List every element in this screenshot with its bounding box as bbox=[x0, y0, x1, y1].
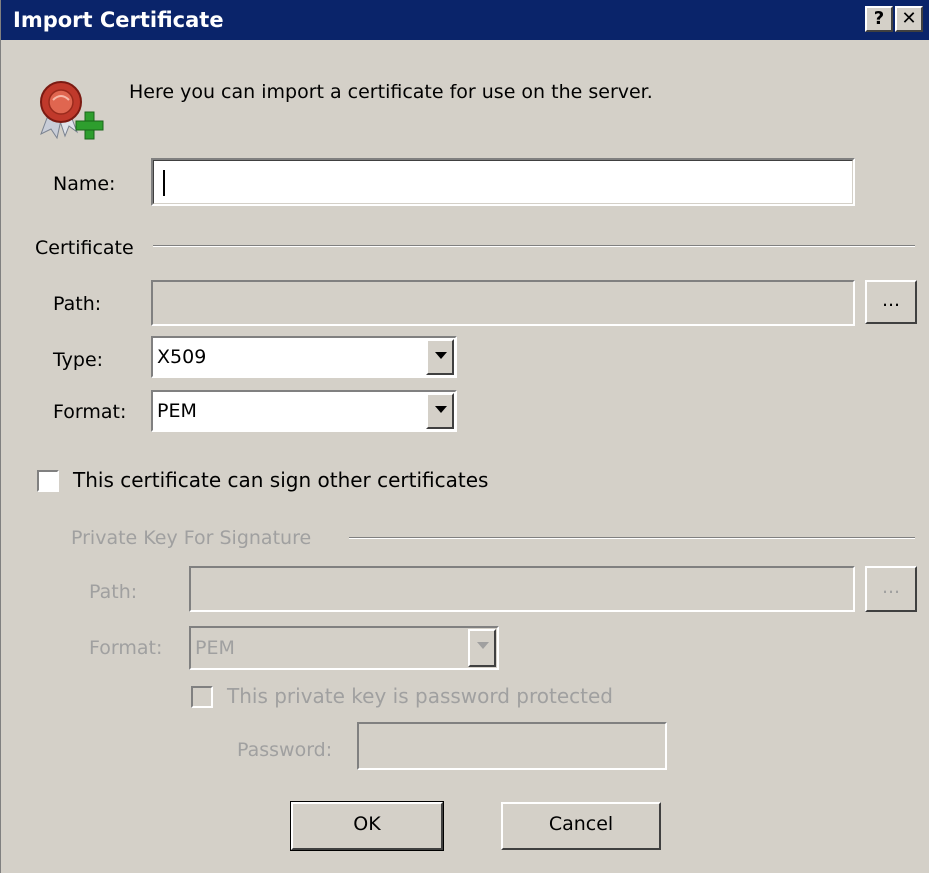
name-input-inner bbox=[153, 160, 853, 204]
password-protected-label[interactable]: This private key is password protected bbox=[227, 684, 613, 708]
sign-certificates-label[interactable]: This certificate can sign other certific… bbox=[73, 468, 488, 492]
chevron-down-icon[interactable] bbox=[426, 339, 454, 375]
format-select-value: PEM bbox=[157, 400, 197, 422]
password-protected-checkbox[interactable] bbox=[191, 686, 213, 708]
window-title: Import Certificate bbox=[13, 8, 224, 32]
certificate-group-title: Certificate bbox=[35, 237, 134, 259]
cancel-button[interactable]: Cancel bbox=[501, 802, 661, 850]
type-select-value: X509 bbox=[157, 346, 207, 368]
chevron-down-icon[interactable] bbox=[468, 629, 496, 667]
key-path-label: Path: bbox=[89, 581, 138, 603]
text-caret bbox=[163, 170, 165, 196]
intro-text: Here you can import a certificate for us… bbox=[129, 81, 653, 103]
cert-browse-button[interactable]: ... bbox=[865, 280, 917, 324]
name-label: Name: bbox=[53, 173, 116, 195]
key-browse-button[interactable]: ... bbox=[865, 566, 917, 612]
ok-button-label: OK bbox=[353, 813, 381, 835]
import-certificate-dialog: Import Certificate ? ✕ Here you can impo… bbox=[0, 0, 929, 873]
cert-browse-label: ... bbox=[881, 289, 901, 311]
cert-path-input[interactable] bbox=[151, 280, 855, 326]
format-select[interactable]: PEM bbox=[151, 390, 457, 432]
certificate-group-line bbox=[153, 245, 915, 247]
type-label: Type: bbox=[53, 349, 104, 371]
type-select[interactable]: X509 bbox=[151, 336, 457, 378]
cert-path-label: Path: bbox=[53, 293, 102, 315]
key-browse-label: ... bbox=[881, 576, 901, 598]
ok-button[interactable]: OK bbox=[290, 801, 444, 851]
help-icon: ? bbox=[873, 8, 885, 29]
key-format-select[interactable]: PEM bbox=[189, 626, 499, 670]
chevron-down-icon[interactable] bbox=[426, 393, 454, 429]
key-path-input[interactable] bbox=[189, 566, 855, 612]
close-icon: ✕ bbox=[901, 8, 917, 29]
format-label: Format: bbox=[53, 401, 127, 423]
close-button[interactable]: ✕ bbox=[895, 6, 923, 32]
title-bar[interactable]: Import Certificate ? ✕ bbox=[1, 0, 929, 40]
password-label: Password: bbox=[237, 739, 333, 761]
key-format-label: Format: bbox=[89, 637, 163, 659]
cancel-button-label: Cancel bbox=[548, 813, 614, 835]
name-input[interactable] bbox=[151, 158, 855, 206]
password-input[interactable] bbox=[357, 722, 667, 770]
help-button[interactable]: ? bbox=[865, 6, 893, 32]
private-key-group-title: Private Key For Signature bbox=[71, 527, 312, 549]
sign-certificates-checkbox[interactable] bbox=[37, 470, 59, 492]
private-key-group-line bbox=[349, 537, 915, 539]
certificate-add-icon bbox=[40, 81, 104, 140]
key-format-select-value: PEM bbox=[195, 637, 235, 659]
